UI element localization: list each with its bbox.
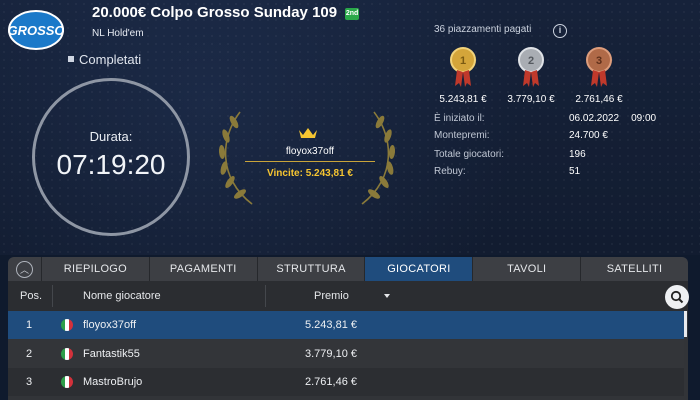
search-button[interactable] <box>665 285 689 309</box>
italy-flag-icon <box>61 319 73 331</box>
paid-places: 36 piazzamenti pagati <box>434 24 532 35</box>
status-dot-icon <box>68 56 74 62</box>
logo-text: GROSSO <box>8 23 64 38</box>
crown-icon <box>299 128 317 138</box>
players-table-header: Pos. Nome giocatore Premio <box>8 281 689 311</box>
started-label: È iniziato il: <box>434 113 485 124</box>
row-name: Fantastik55 <box>83 348 140 360</box>
sort-desc-icon[interactable] <box>384 294 390 298</box>
row-name: MastroBrujo <box>83 376 143 388</box>
table-row[interactable]: 2 Fantastik55 3.779,10 € <box>8 340 684 368</box>
table-row[interactable]: 3 MastroBrujo 2.761,46 € <box>8 368 684 396</box>
header-separator <box>265 285 266 307</box>
laurel-wreath-icon <box>218 111 396 205</box>
duration-clock: Durata: 07:19:20 <box>32 78 190 236</box>
tab-tavoli[interactable]: TAVOLI <box>473 257 582 281</box>
rebuy-value: 51 <box>569 166 581 177</box>
players-label: Totale giocatori: <box>434 149 505 160</box>
chevron-up-icon: ︿ <box>16 260 33 278</box>
table-row[interactable]: 1 floyox37off 5.243,81 € <box>8 311 684 339</box>
tab-pagamenti[interactable]: PAGAMENTI <box>150 257 258 281</box>
rebuy-label: Rebuy: <box>434 166 466 177</box>
tab-bar: ︿ RIEPILOGO PAGAMENTI STRUTTURA GIOCATOR… <box>8 257 688 281</box>
medal-amount-1: 5.243,81 € <box>439 94 487 105</box>
medal-amount-3: 2.761,46 € <box>575 94 623 105</box>
duration-time: 07:19:20 <box>56 149 166 180</box>
status-text: Completati <box>79 52 142 67</box>
tab-riepilogo[interactable]: RIEPILOGO <box>42 257 150 281</box>
grosso-logo: GROSSO <box>8 10 64 50</box>
italy-flag-icon <box>61 376 73 388</box>
medal-rank-1: 1 <box>460 55 466 67</box>
tab-giocatori[interactable]: GIOCATORI <box>365 257 474 281</box>
info-icon[interactable]: i <box>553 24 567 38</box>
players-value: 196 <box>569 149 586 160</box>
collapse-button[interactable]: ︿ <box>8 257 42 281</box>
duration-label: Durata: <box>89 129 133 144</box>
players-table-body: 1 floyox37off 5.243,81 € 2 Fantastik55 3… <box>8 311 688 400</box>
row-pos: 2 <box>26 348 33 360</box>
winner-prize: Vincite: 5.243,81 € <box>267 168 353 179</box>
row-pos: 3 <box>26 376 33 388</box>
header-separator <box>52 285 53 307</box>
started-value: 06.02.2022 09:00 <box>569 113 656 124</box>
tab-struttura[interactable]: STRUTTURA <box>258 257 366 281</box>
tournament-title: 20.000€ Colpo Grosso Sunday 109 2nd <box>92 4 360 21</box>
row-prize: 3.779,10 € <box>305 348 357 360</box>
prizepool-label: Montepremi: <box>434 130 490 141</box>
tournament-badge: 2nd <box>345 8 360 20</box>
table-scrollbar[interactable] <box>684 311 687 337</box>
row-prize: 5.243,81 € <box>305 319 357 331</box>
medal-rank-3: 3 <box>596 55 602 67</box>
prizepool-value: 24.700 € <box>569 130 608 141</box>
search-icon <box>670 290 684 304</box>
started-time: 09:00 <box>631 113 657 124</box>
header-prize[interactable]: Premio <box>314 281 349 311</box>
tab-satelliti[interactable]: SATELLITI <box>581 257 688 281</box>
started-date: 06.02.2022 <box>569 113 620 124</box>
header-pos[interactable]: Pos. <box>20 281 42 311</box>
row-prize: 2.761,46 € <box>305 376 357 388</box>
silver-medal-icon: 2 <box>518 47 544 87</box>
bronze-medal-icon: 3 <box>586 47 612 87</box>
header-name[interactable]: Nome giocatore <box>83 281 161 311</box>
tournament-status: Completati <box>68 52 141 67</box>
row-name: floyox37off <box>83 319 137 331</box>
tournament-title-text: 20.000€ Colpo Grosso Sunday 109 <box>92 4 338 21</box>
winner-name: floyox37off <box>285 146 335 157</box>
row-pos: 1 <box>26 319 33 331</box>
game-type: NL Hold'em <box>92 28 144 39</box>
italy-flag-icon <box>61 348 73 360</box>
winner-divider <box>245 161 375 162</box>
medal-amount-2: 3.779,10 € <box>507 94 555 105</box>
gold-medal-icon: 1 <box>450 47 476 87</box>
medal-rank-2: 2 <box>528 55 534 67</box>
